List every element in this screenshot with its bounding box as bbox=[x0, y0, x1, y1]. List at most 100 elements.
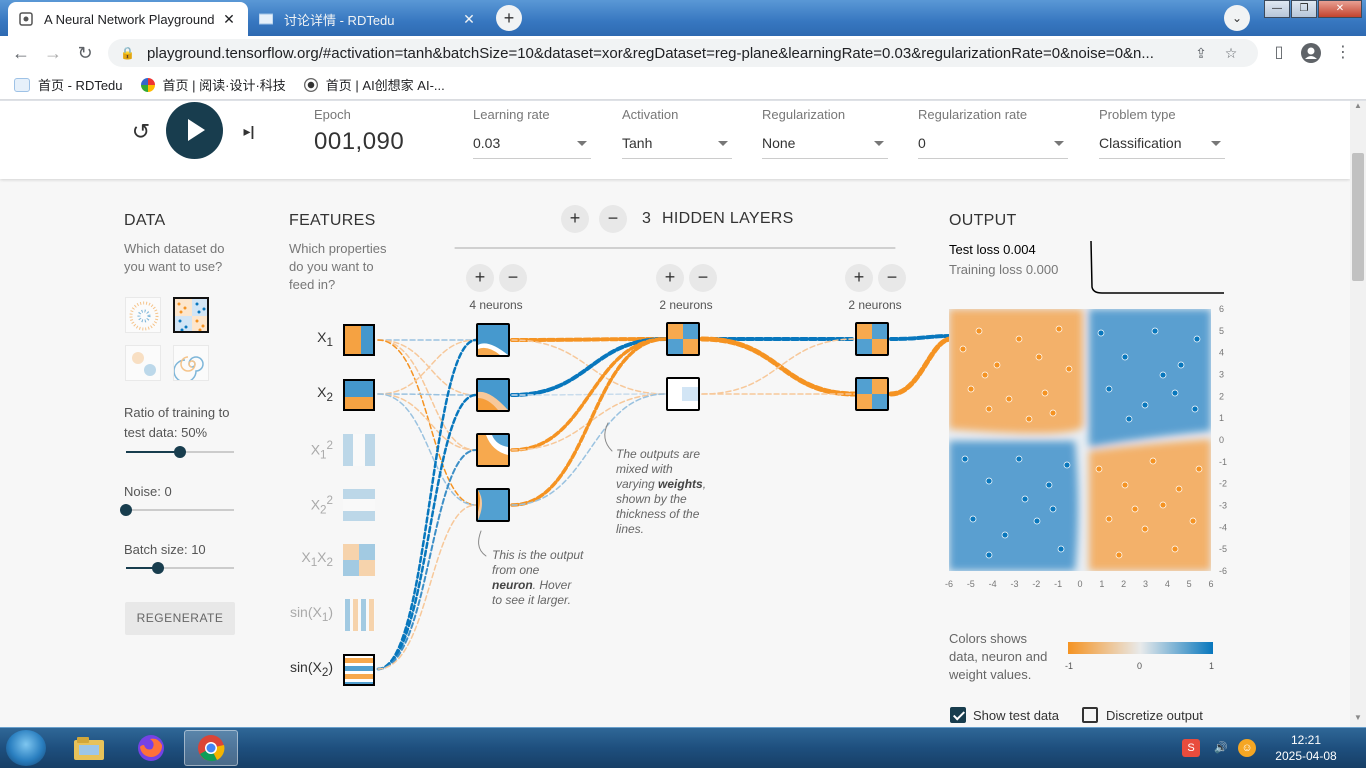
feature-x2[interactable] bbox=[343, 379, 375, 411]
sogou-ime-icon[interactable]: S bbox=[1182, 739, 1200, 757]
y-tick-label: -5 bbox=[1219, 544, 1227, 554]
forward-arrow-icon[interactable]: → bbox=[40, 40, 66, 66]
lock-icon[interactable]: 🔒 bbox=[120, 46, 135, 60]
neuron-3-1[interactable] bbox=[855, 322, 889, 356]
browser-menu-icon[interactable]: ⋮ bbox=[1330, 40, 1356, 66]
y-tick-label: 1 bbox=[1219, 413, 1224, 423]
tab-strip: A Neural Network Playground ✕ 讨论详情 - RDT… bbox=[0, 0, 1366, 36]
browser-toolbar: ← → ↻ 🔒 playground.tensorflow.org/#activ… bbox=[0, 36, 1366, 70]
bookmark-label: 首页 | AI创想家 AI-... bbox=[325, 78, 445, 93]
chrome-icon[interactable] bbox=[184, 730, 238, 766]
share-icon[interactable]: ⇪ bbox=[1186, 45, 1216, 62]
discretize-output-checkbox[interactable] bbox=[1082, 707, 1098, 723]
neuron-1-3[interactable] bbox=[476, 433, 510, 467]
hidden-layer-count: 3 bbox=[642, 210, 652, 227]
tab-neural-network-playground[interactable]: A Neural Network Playground ✕ bbox=[8, 2, 248, 36]
x-tick-label: -4 bbox=[989, 579, 997, 589]
remove-neuron-button[interactable]: − bbox=[689, 264, 717, 292]
scroll-up-arrow-icon[interactable]: ▲ bbox=[1350, 101, 1366, 115]
add-neuron-button[interactable]: + bbox=[466, 264, 494, 292]
bookmark-rdtedu[interactable]: 首页 - RDTedu bbox=[14, 75, 123, 94]
y-tick-label: 0 bbox=[1219, 435, 1224, 445]
bookmarks-bar: 首页 - RDTedu 首页 | 阅读·设计·科技 首页 | AI创想家 AI-… bbox=[0, 70, 1366, 100]
neuron-callout: This is the output from one neuron. Hove… bbox=[492, 548, 584, 607]
maximize-button[interactable]: ❐ bbox=[1291, 0, 1317, 18]
y-tick-label: -2 bbox=[1219, 479, 1227, 489]
new-tab-button[interactable]: + bbox=[496, 5, 522, 31]
neuron-2-2[interactable] bbox=[666, 377, 700, 411]
feature-sin-x2[interactable] bbox=[343, 654, 375, 686]
legend-text-3: weight values. bbox=[949, 667, 1032, 682]
legend-tick-mid: 0 bbox=[1137, 661, 1143, 671]
tab-title: 讨论详情 - RDTedu bbox=[284, 12, 395, 28]
x-tick-label: 3 bbox=[1143, 579, 1148, 589]
close-window-button[interactable]: ✕ bbox=[1318, 0, 1362, 18]
scrollbar-thumb[interactable] bbox=[1352, 153, 1364, 281]
legend-text-2: data, neuron and bbox=[949, 649, 1048, 664]
tray-app-icon[interactable]: ☺ bbox=[1238, 739, 1256, 757]
neuron-1-2[interactable] bbox=[476, 378, 510, 412]
neuron-1-1[interactable] bbox=[476, 323, 510, 357]
address-bar[interactable]: 🔒 playground.tensorflow.org/#activation=… bbox=[108, 39, 1258, 67]
url-text[interactable]: playground.tensorflow.org/#activation=ta… bbox=[147, 45, 1186, 62]
y-tick-label: -1 bbox=[1219, 457, 1227, 467]
remove-neuron-button[interactable]: − bbox=[878, 264, 906, 292]
x-tick-label: 5 bbox=[1187, 579, 1192, 589]
heatmap-axes: -6 -5 -4 -3 -2 -1 0 1 2 3 4 5 6 6 5 4 3 2 1 0 -1 -2 -3 -4 -5 -6 bbox=[945, 304, 1227, 589]
feature-x1-squared[interactable] bbox=[343, 434, 375, 466]
legend-text-1: Colors shows bbox=[949, 631, 1028, 646]
show-test-data-label[interactable]: Show test data bbox=[973, 708, 1059, 723]
start-button[interactable] bbox=[6, 730, 46, 766]
side-panel-icon[interactable]: ▯ bbox=[1266, 40, 1292, 66]
tab-close-icon[interactable]: ✕ bbox=[220, 11, 238, 28]
neuron-3-2[interactable] bbox=[855, 377, 889, 411]
bookmark-ai[interactable]: 首页 | AI创想家 AI-... bbox=[303, 75, 445, 94]
feature-x2-squared[interactable] bbox=[343, 489, 375, 521]
firefox-icon[interactable] bbox=[124, 730, 178, 766]
window-controls: — ❐ ✕ bbox=[1263, 0, 1362, 18]
feature-x1[interactable] bbox=[343, 324, 375, 356]
remove-layer-button[interactable]: − bbox=[599, 205, 627, 233]
feature-sin-x1[interactable] bbox=[343, 599, 375, 631]
y-tick-label: 6 bbox=[1219, 304, 1224, 314]
discretize-output-label[interactable]: Discretize output bbox=[1106, 708, 1203, 723]
bookmark-star-icon[interactable]: ☆ bbox=[1216, 45, 1246, 62]
ai-eye-icon bbox=[303, 77, 318, 92]
y-tick-label: -6 bbox=[1219, 566, 1227, 576]
x-tick-label: -5 bbox=[967, 579, 975, 589]
color-scale-bar bbox=[1068, 642, 1213, 654]
page-scrollbar[interactable]: ▲ ▼ bbox=[1350, 101, 1366, 727]
test-loss: Test loss 0.004 bbox=[949, 242, 1036, 257]
remove-neuron-button[interactable]: − bbox=[499, 264, 527, 292]
playground-favicon-icon bbox=[18, 11, 34, 27]
legend-tick-min: -1 bbox=[1065, 661, 1074, 671]
colorful-circle-icon bbox=[140, 77, 155, 92]
show-test-data-checkbox[interactable] bbox=[950, 707, 966, 723]
neuron-2-1[interactable] bbox=[666, 322, 700, 356]
y-tick-label: 2 bbox=[1219, 391, 1224, 401]
back-arrow-icon[interactable]: ← bbox=[8, 40, 34, 66]
minimize-button[interactable]: — bbox=[1264, 0, 1290, 18]
neuron-1-4[interactable] bbox=[476, 488, 510, 522]
tab-rdtedu[interactable]: 讨论详情 - RDTedu ✕ bbox=[248, 2, 488, 36]
add-neuron-button[interactable]: + bbox=[656, 264, 684, 292]
tab-close-icon[interactable]: ✕ bbox=[460, 11, 478, 28]
feature-label-x1-squared: X12 bbox=[310, 439, 333, 462]
file-explorer-icon[interactable] bbox=[62, 730, 116, 766]
rdtedu-favicon-icon bbox=[258, 11, 274, 27]
profile-avatar-icon[interactable] bbox=[1298, 40, 1324, 66]
tab-search-chevron-icon[interactable]: ⌄ bbox=[1224, 5, 1250, 31]
scroll-down-arrow-icon[interactable]: ▼ bbox=[1350, 713, 1366, 727]
output-title: OUTPUT bbox=[949, 212, 1017, 229]
taskbar-clock[interactable]: 12:21 2025-04-08 bbox=[1268, 732, 1344, 764]
add-neuron-button[interactable]: + bbox=[845, 264, 873, 292]
reload-icon[interactable]: ↻ bbox=[72, 40, 98, 66]
clock-date: 2025-04-08 bbox=[1275, 749, 1337, 763]
rdtedu-icon bbox=[14, 77, 30, 92]
x-tick-label: 6 bbox=[1208, 579, 1213, 589]
add-layer-button[interactable]: + bbox=[561, 205, 589, 233]
feature-x1x2[interactable] bbox=[343, 544, 375, 576]
bookmark-reading[interactable]: 首页 | 阅读·设计·科技 bbox=[140, 75, 286, 94]
y-tick-label: 3 bbox=[1219, 370, 1224, 380]
volume-icon[interactable]: 🔊 bbox=[1212, 739, 1230, 757]
